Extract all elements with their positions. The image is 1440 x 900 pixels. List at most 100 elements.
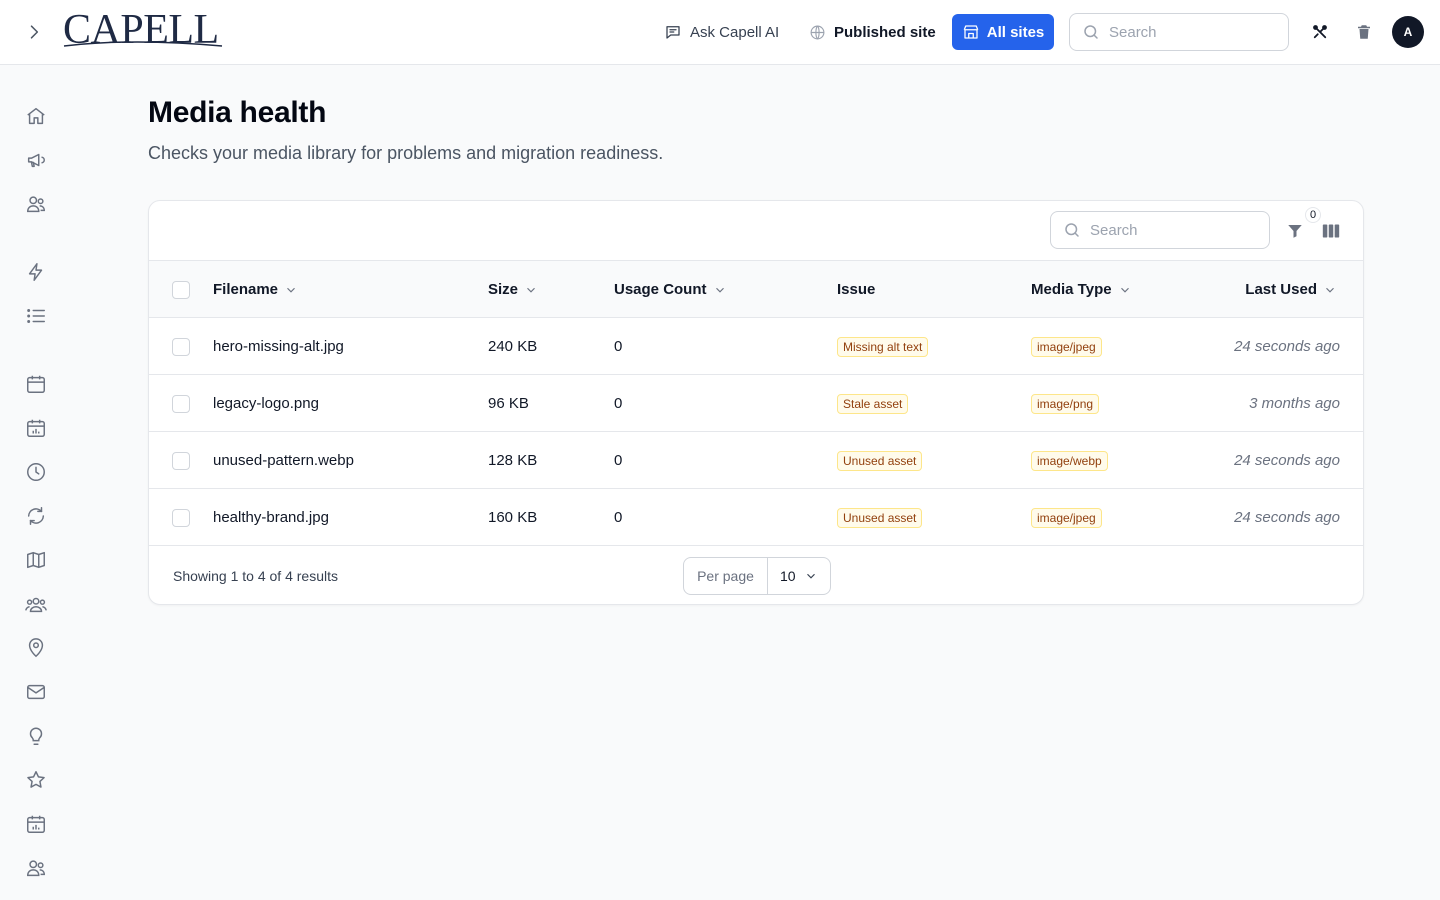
- chevron-down-icon: [287, 287, 295, 293]
- table-row[interactable]: hero-missing-alt.jpg 240 KB 0 Missing al…: [149, 318, 1363, 375]
- ask-ai-button[interactable]: Ask Capell AI: [664, 14, 779, 50]
- user-avatar[interactable]: A: [1392, 16, 1424, 48]
- issue-badge: Unused asset: [837, 507, 923, 528]
- column-size[interactable]: Size: [488, 261, 538, 318]
- media-type-badge: image/jpeg: [1031, 507, 1102, 528]
- media-type-badge: image/png: [1031, 393, 1100, 414]
- row-last-used: 24 seconds ago: [1234, 452, 1340, 469]
- row-checkbox[interactable]: [172, 509, 190, 527]
- clock-icon[interactable]: [24, 460, 48, 484]
- chevron-down-icon: [1326, 287, 1334, 293]
- users-icon[interactable]: [24, 856, 48, 880]
- media-type-badge: image/webp: [1031, 450, 1108, 471]
- column-filename[interactable]: Filename: [213, 261, 298, 318]
- expand-sidebar-button[interactable]: [22, 20, 46, 44]
- tools-button[interactable]: [1308, 20, 1332, 44]
- all-sites-button[interactable]: All sites: [952, 14, 1054, 50]
- mail-icon[interactable]: [24, 680, 48, 704]
- all-sites-label: All sites: [986, 23, 1045, 41]
- column-usage-count[interactable]: Usage Count: [614, 261, 727, 318]
- chevron-right-icon: [30, 25, 39, 39]
- filter-button[interactable]: [1283, 219, 1307, 243]
- search-icon: [1065, 223, 1079, 237]
- chevron-down-icon: [1120, 287, 1129, 293]
- trash-icon: [1358, 25, 1370, 39]
- row-checkbox[interactable]: [172, 452, 190, 470]
- star-icon[interactable]: [24, 768, 48, 792]
- top-bar: CAPELL Ask Capell AI Published site All …: [0, 0, 1440, 65]
- chat-bubble-icon: [666, 26, 680, 39]
- row-filename: legacy-logo.png: [213, 395, 319, 412]
- table-header: Filename Size Usage Count Issue Media Ty…: [149, 261, 1363, 318]
- table-toolbar: 0: [149, 201, 1363, 261]
- row-filename: hero-missing-alt.jpg: [213, 338, 344, 355]
- globe-icon: [810, 25, 825, 39]
- search-icon: [1084, 25, 1098, 39]
- calendar-chart-icon[interactable]: [24, 812, 48, 836]
- page-title: Media health: [148, 96, 327, 129]
- row-last-used: 24 seconds ago: [1234, 509, 1340, 526]
- row-usage-count: 0: [614, 395, 623, 412]
- row-filename: unused-pattern.webp: [213, 452, 354, 469]
- global-search-input[interactable]: [1109, 23, 1269, 41]
- published-site-link[interactable]: Published site: [809, 14, 936, 50]
- per-page-label: Per page: [684, 558, 768, 594]
- row-size: 240 KB: [488, 338, 538, 355]
- ask-ai-label: Ask Capell AI: [690, 23, 780, 41]
- chevron-down-icon: [807, 573, 815, 579]
- column-issue: Issue: [837, 281, 876, 298]
- columns-button[interactable]: [1319, 219, 1343, 243]
- filter-icon: [1288, 225, 1302, 238]
- map-pin-icon[interactable]: [24, 636, 48, 660]
- trash-button[interactable]: [1352, 20, 1376, 44]
- bolt-icon[interactable]: [24, 260, 48, 284]
- row-last-used: 24 seconds ago: [1234, 338, 1340, 355]
- per-page-select[interactable]: 10: [768, 558, 830, 594]
- global-search[interactable]: [1069, 13, 1289, 51]
- row-checkbox[interactable]: [172, 338, 190, 356]
- chevron-down-icon: [715, 287, 724, 293]
- lightbulb-icon[interactable]: [24, 724, 48, 748]
- per-page-control: Per page 10: [683, 557, 831, 595]
- table-row[interactable]: healthy-brand.jpg 160 KB 0 Unused asset …: [149, 489, 1363, 546]
- row-usage-count: 0: [614, 509, 623, 526]
- row-size: 96 KB: [488, 395, 529, 412]
- calendar-icon[interactable]: [24, 372, 48, 396]
- logo-swoosh-icon: [63, 41, 223, 47]
- map-icon[interactable]: [24, 548, 48, 572]
- table-row[interactable]: unused-pattern.webp 128 KB 0 Unused asse…: [149, 432, 1363, 489]
- results-summary: Showing 1 to 4 of 4 results: [173, 568, 338, 584]
- per-page-value: 10: [780, 568, 796, 584]
- issue-badge: Missing alt text: [837, 336, 929, 357]
- row-filename: healthy-brand.jpg: [213, 509, 329, 526]
- table-search[interactable]: [1050, 211, 1270, 249]
- published-site-label: Published site: [834, 23, 936, 41]
- table-search-input[interactable]: [1090, 221, 1250, 239]
- tools-icon: [1313, 25, 1327, 39]
- select-all-checkbox[interactable]: [172, 281, 190, 299]
- users-icon[interactable]: [24, 192, 48, 216]
- column-last-used[interactable]: Last Used: [1245, 261, 1337, 318]
- row-usage-count: 0: [614, 452, 623, 469]
- issue-badge: Unused asset: [837, 450, 923, 471]
- megaphone-icon[interactable]: [24, 148, 48, 172]
- row-checkbox[interactable]: [172, 395, 190, 413]
- issue-badge: Stale asset: [837, 393, 909, 414]
- column-media-type[interactable]: Media Type: [1031, 261, 1132, 318]
- row-usage-count: 0: [614, 338, 623, 355]
- storefront-icon: [963, 25, 979, 39]
- refresh-icon[interactable]: [24, 504, 48, 528]
- list-icon[interactable]: [24, 304, 48, 328]
- media-type-badge: image/jpeg: [1031, 336, 1102, 357]
- row-size: 128 KB: [488, 452, 538, 469]
- home-icon[interactable]: [24, 104, 48, 128]
- row-last-used: 3 months ago: [1249, 395, 1340, 412]
- chevron-down-icon: [527, 287, 535, 293]
- row-size: 160 KB: [488, 509, 538, 526]
- calendar-chart-icon[interactable]: [24, 416, 48, 440]
- table-footer: Showing 1 to 4 of 4 results Per page 10: [149, 546, 1363, 604]
- columns-icon: [1322, 224, 1340, 238]
- table-row[interactable]: legacy-logo.png 96 KB 0 Stale asset imag…: [149, 375, 1363, 432]
- user-group-icon[interactable]: [24, 592, 48, 616]
- media-table-card: 0 Filename Size Usage Count Issue Media …: [148, 200, 1364, 605]
